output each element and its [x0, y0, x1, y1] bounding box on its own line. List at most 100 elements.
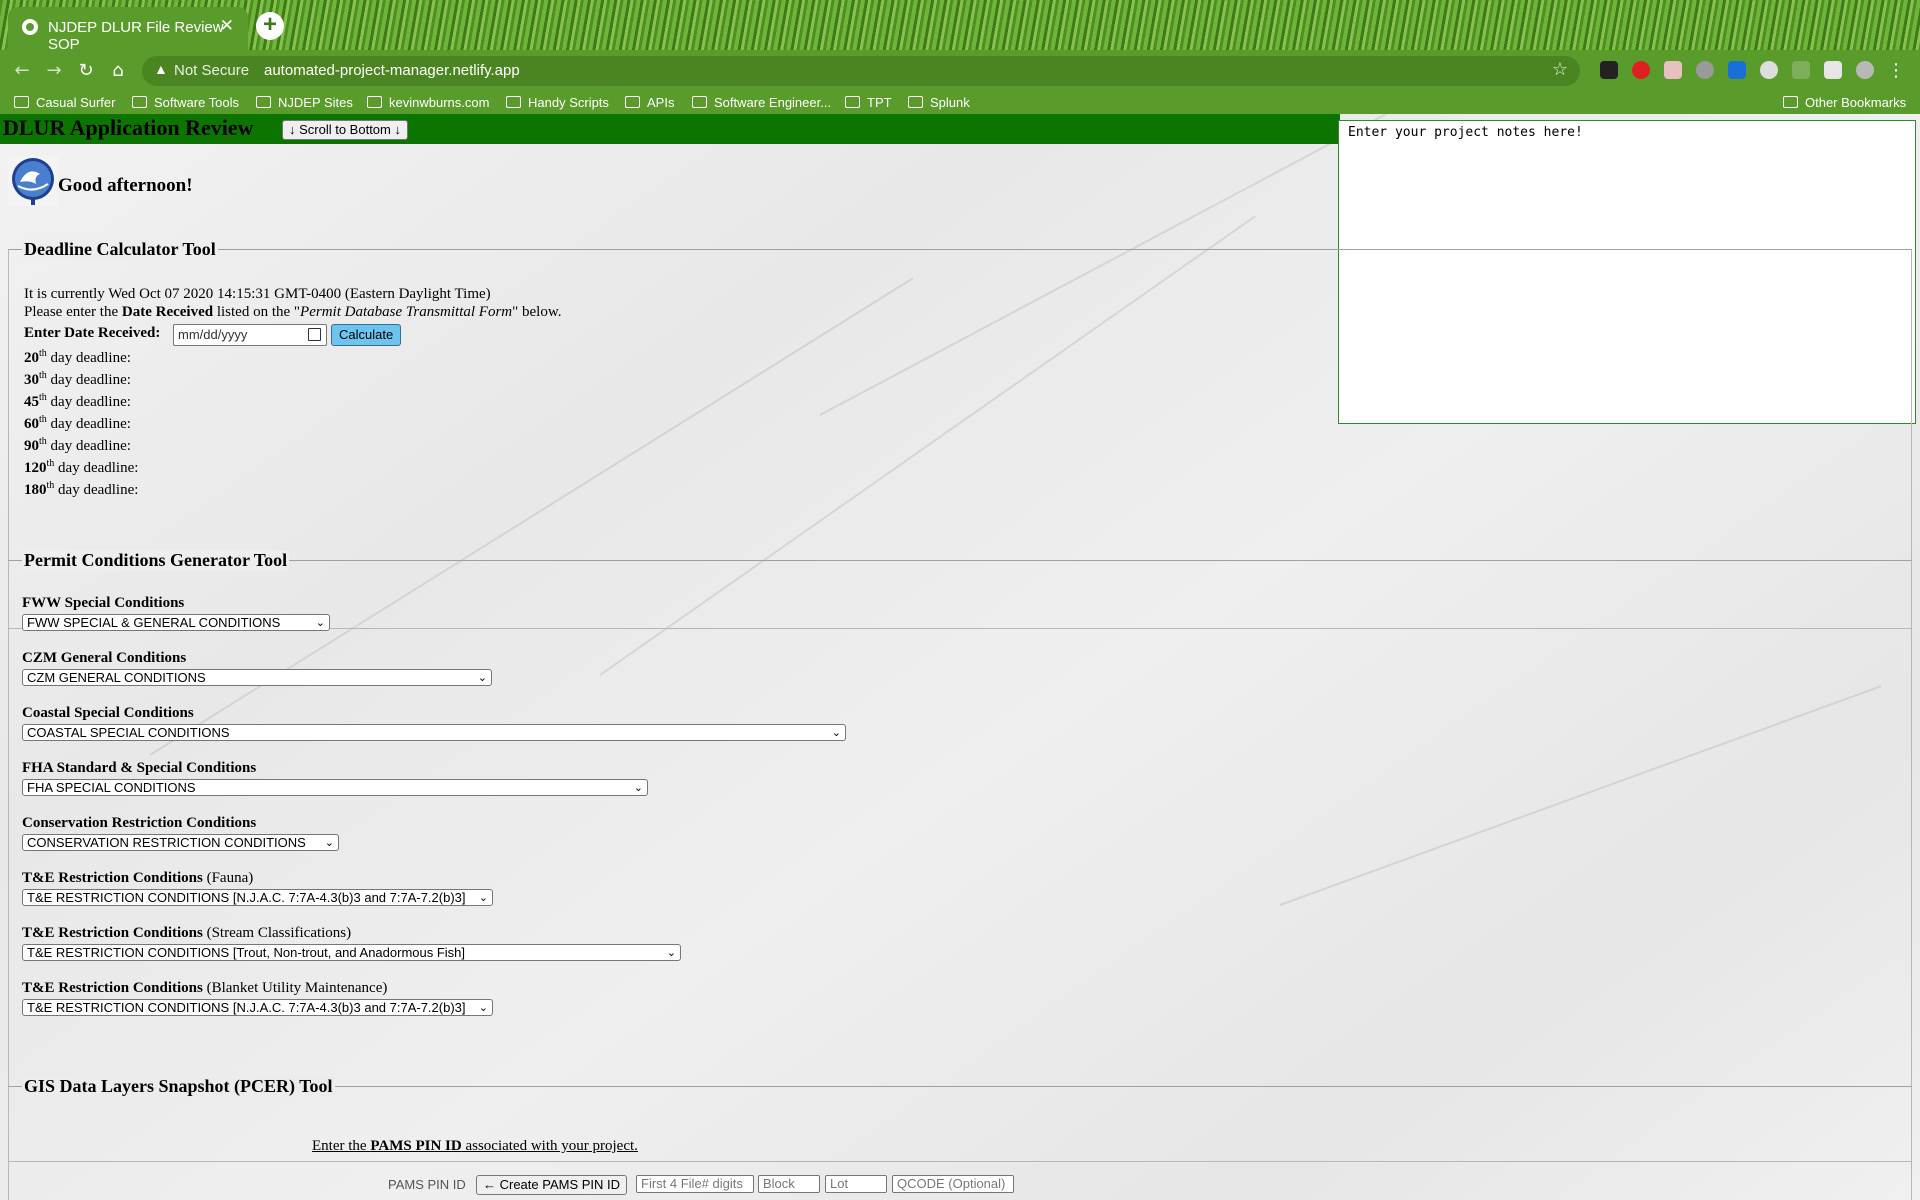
- puzzle-icon[interactable]: [1824, 61, 1842, 79]
- chevron-down-icon: ⌄: [666, 946, 676, 959]
- bookmark-item[interactable]: Handy Scripts: [506, 95, 609, 110]
- page-content: DLUR Application Review ↓ Scroll to Bott…: [0, 114, 1920, 1200]
- folder-icon: [256, 96, 271, 108]
- page-header: DLUR Application Review ↓ Scroll to Bott…: [0, 114, 1340, 144]
- extension-icon[interactable]: [1600, 61, 1618, 79]
- conservation-conditions-select[interactable]: CONSERVATION RESTRICTION CONDITIONS ⌄: [22, 834, 339, 851]
- block-input[interactable]: Block: [758, 1175, 820, 1193]
- extension-icon[interactable]: [1792, 61, 1810, 79]
- date-placeholder: mm/dd/yyyy: [178, 327, 248, 342]
- menu-icon[interactable]: ⋮: [1884, 59, 1908, 83]
- fww-conditions-select[interactable]: FWW SPECIAL & GENERAL CONDITIONS ⌄: [22, 614, 330, 631]
- warning-icon: ▲: [154, 61, 168, 77]
- extension-icon[interactable]: [1728, 61, 1746, 79]
- browser-toolbar: ← → ↻ ⌂ ▲ Not Secure automated-project-m…: [0, 50, 1920, 92]
- permit-conditions-legend: Permit Conditions Generator Tool: [22, 550, 290, 571]
- bookmark-star-icon[interactable]: ☆: [1552, 59, 1568, 80]
- bookmark-item[interactable]: kevinwburns.com: [367, 95, 489, 110]
- deadline-row: 60th day deadline:: [24, 414, 131, 432]
- folder-icon: [625, 96, 640, 108]
- folder-icon: [1783, 96, 1798, 108]
- czm-conditions-select[interactable]: CZM GENERAL CONDITIONS ⌄: [22, 669, 492, 686]
- bookmark-item[interactable]: TPT: [845, 95, 892, 110]
- deadline-row: 180th day deadline:: [24, 480, 139, 498]
- fww-label: FWW Special Conditions: [22, 595, 185, 611]
- folder-icon: [132, 96, 147, 108]
- scroll-to-bottom-button[interactable]: ↓ Scroll to Bottom ↓: [282, 120, 408, 140]
- bookmark-item[interactable]: Casual Surfer: [14, 95, 115, 110]
- profile-avatar[interactable]: [1856, 61, 1874, 79]
- home-icon[interactable]: ⌂: [106, 59, 130, 83]
- date-received-instruction: Please enter the Date Received listed on…: [24, 304, 562, 320]
- conservation-label: Conservation Restriction Conditions: [22, 815, 257, 831]
- security-label: Not Secure: [174, 62, 250, 79]
- chevron-down-icon: ⌄: [478, 891, 488, 904]
- back-icon[interactable]: ←: [10, 59, 34, 83]
- other-bookmarks[interactable]: Other Bookmarks: [1783, 95, 1906, 110]
- calendar-icon[interactable]: [308, 328, 321, 341]
- new-tab-button[interactable]: +: [256, 12, 284, 40]
- bookmark-item[interactable]: Splunk: [908, 95, 970, 110]
- tab-title: NJDEP DLUR File Review SOP: [48, 19, 224, 53]
- njdep-logo: [8, 156, 58, 206]
- bookmarks-bar: Casual Surfer Software Tools NJDEP Sites…: [0, 92, 1920, 114]
- te-utility-label: T&E Restriction Conditions (Blanket Util…: [22, 980, 388, 996]
- reload-icon[interactable]: ↻: [74, 59, 98, 83]
- address-bar[interactable]: ▲ Not Secure automated-project-manager.n…: [142, 56, 1580, 86]
- forward-icon[interactable]: →: [42, 59, 66, 83]
- coastal-label: Coastal Special Conditions: [22, 705, 194, 721]
- calculate-button[interactable]: Calculate: [331, 324, 402, 346]
- deadline-row: 120th day deadline:: [24, 458, 139, 476]
- te-stream-label: T&E Restriction Conditions (Stream Class…: [22, 925, 352, 941]
- extension-icon[interactable]: [1632, 61, 1650, 79]
- extension-icon[interactable]: [1696, 61, 1714, 79]
- globe-icon: [22, 19, 38, 35]
- qcode-input[interactable]: QCODE (Optional): [892, 1175, 1014, 1193]
- te-fauna-select[interactable]: T&E RESTRICTION CONDITIONS [N.J.A.C. 7:7…: [22, 889, 493, 906]
- create-pams-pin-button[interactable]: ← Create PAMS PIN ID: [476, 1175, 628, 1195]
- browser-tab[interactable]: NJDEP DLUR File Review SOP ✕: [8, 7, 248, 53]
- close-tab-icon[interactable]: ✕: [220, 16, 234, 36]
- fha-label: FHA Standard & Special Conditions: [22, 760, 257, 776]
- permit-conditions-fieldset: [8, 560, 1912, 1162]
- deadline-row: 90th day deadline:: [24, 436, 131, 454]
- coastal-conditions-select[interactable]: COASTAL SPECIAL CONDITIONS ⌄: [22, 724, 846, 741]
- bookmark-item[interactable]: APIs: [625, 95, 674, 110]
- deadline-row: 30th day deadline:: [24, 370, 131, 388]
- file-digits-input[interactable]: First 4 File# digits: [636, 1175, 754, 1193]
- czm-label: CZM General Conditions: [22, 650, 187, 666]
- chevron-down-icon: ⌄: [324, 836, 334, 849]
- gis-snapshot-legend: GIS Data Layers Snapshot (PCER) Tool: [22, 1076, 335, 1097]
- date-received-label: Enter Date Received:: [24, 325, 161, 341]
- chevron-down-icon: ⌄: [477, 671, 487, 684]
- bookmark-item[interactable]: NJDEP Sites: [256, 95, 353, 110]
- deadline-calculator-legend: Deadline Calculator Tool: [22, 239, 218, 260]
- chevron-down-icon: ⌄: [633, 781, 643, 794]
- folder-icon: [692, 96, 707, 108]
- folder-icon: [845, 96, 860, 108]
- folder-icon: [908, 96, 923, 108]
- deadline-row: 20th day deadline:: [24, 348, 131, 366]
- bookmark-item[interactable]: Software Tools: [132, 95, 239, 110]
- fha-conditions-select[interactable]: FHA SPECIAL CONDITIONS ⌄: [22, 779, 648, 796]
- te-fauna-label: T&E Restriction Conditions (Fauna): [22, 870, 254, 886]
- lot-input[interactable]: Lot: [825, 1175, 887, 1193]
- pams-pin-instruction: Enter the PAMS PIN ID associated with yo…: [312, 1138, 638, 1154]
- url-text[interactable]: automated-project-manager.netlify.app: [264, 62, 520, 79]
- deadline-row: 45th day deadline:: [24, 392, 131, 410]
- browser-tabstrip: NJDEP DLUR File Review SOP ✕ +: [0, 0, 1920, 53]
- te-utility-select[interactable]: T&E RESTRICTION CONDITIONS [N.J.A.C. 7:7…: [22, 999, 493, 1016]
- extension-icon[interactable]: [1760, 61, 1778, 79]
- extension-icon[interactable]: [1664, 61, 1682, 79]
- chevron-down-icon: ⌄: [478, 1001, 488, 1014]
- folder-icon: [506, 96, 521, 108]
- pams-pin-label: PAMS PIN ID: [388, 1177, 466, 1192]
- page-title: DLUR Application Review: [3, 115, 254, 140]
- greeting-text: Good afternoon!: [58, 175, 193, 196]
- bookmark-item[interactable]: Software Engineer...: [692, 95, 831, 110]
- folder-icon: [14, 96, 29, 108]
- date-received-input[interactable]: mm/dd/yyyy: [173, 324, 327, 346]
- chevron-down-icon: ⌄: [831, 726, 841, 739]
- chevron-down-icon: ⌄: [315, 616, 325, 629]
- te-stream-select[interactable]: T&E RESTRICTION CONDITIONS [Trout, Non-t…: [22, 944, 681, 961]
